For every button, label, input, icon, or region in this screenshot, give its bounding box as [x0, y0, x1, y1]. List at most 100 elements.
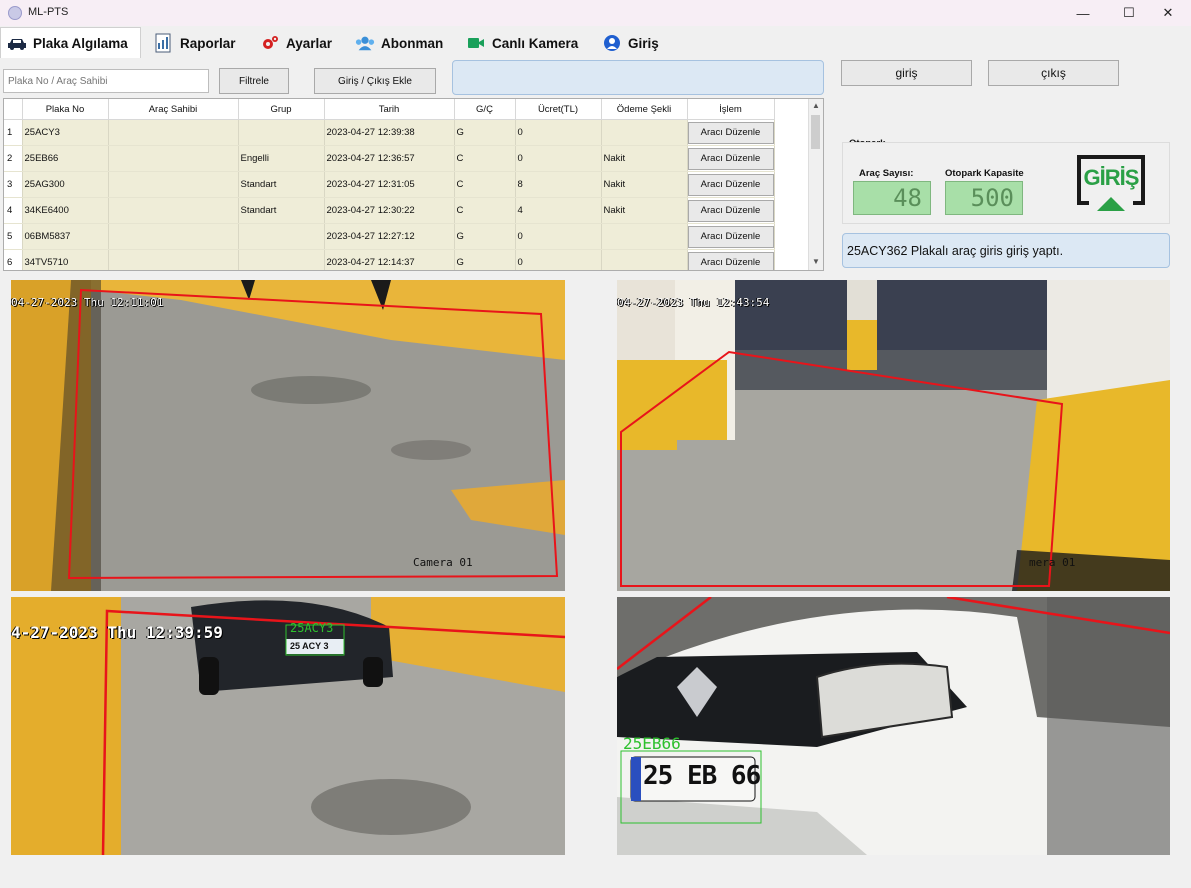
- cell-fee[interactable]: 4: [515, 197, 602, 224]
- camera-3-timestamp: 4-27-2023 Thu 12:39:59: [11, 623, 223, 642]
- tab-ayarlar[interactable]: Ayarlar: [254, 29, 340, 57]
- cell-date[interactable]: 2023-04-27 12:14:37: [324, 249, 455, 270]
- add-entry-exit-button[interactable]: Giriş / Çıkış Ekle: [314, 68, 436, 94]
- cell-owner[interactable]: [108, 171, 239, 198]
- close-button[interactable]: ✕: [1145, 0, 1191, 26]
- cell-owner[interactable]: [108, 249, 239, 270]
- cell-group[interactable]: [238, 249, 325, 270]
- tab-label: Ayarlar: [286, 35, 333, 51]
- cell-gc[interactable]: C: [454, 171, 516, 198]
- cell-owner[interactable]: [108, 197, 239, 224]
- edit-vehicle-button[interactable]: Aracı Düzenle: [687, 147, 773, 170]
- column-header[interactable]: G/Ç: [454, 99, 516, 120]
- row-index-header: [4, 99, 23, 120]
- records-table[interactable]: Plaka No Araç Sahibi Grup Tarih G/Ç Ücre…: [3, 98, 824, 271]
- table-row[interactable]: 2 25EB66 Engelli 2023-04-27 12:36:57 C 0…: [4, 145, 775, 172]
- cell-owner[interactable]: [108, 145, 239, 172]
- scroll-up-icon[interactable]: ▲: [811, 101, 821, 113]
- camera-2-name: mera 01: [1029, 556, 1076, 569]
- tab-abonman[interactable]: Abonman: [349, 29, 447, 57]
- table-row[interactable]: 5 06BM5837 2023-04-27 12:27:12 G 0 Aracı…: [4, 223, 775, 250]
- column-header[interactable]: Tarih: [324, 99, 455, 120]
- cell-plate[interactable]: 34TV5710: [22, 249, 109, 270]
- column-header[interactable]: Araç Sahibi: [108, 99, 239, 120]
- cell-plate[interactable]: 06BM5837: [22, 223, 109, 250]
- tab-label: Plaka Algılama: [33, 36, 128, 51]
- cell-gc[interactable]: G: [454, 119, 516, 146]
- cell-payment[interactable]: Nakit: [601, 197, 688, 224]
- cell-fee[interactable]: 0: [515, 145, 602, 172]
- cell-fee[interactable]: 0: [515, 223, 602, 250]
- main-tabs: Plaka Algılama Raporlar Ayarlar Abonman …: [0, 26, 1191, 59]
- column-header[interactable]: Ödeme Şekli: [601, 99, 688, 120]
- camera-view-1[interactable]: 04-27-2023 Thu 12:11:01 Camera 01: [11, 280, 565, 591]
- cell-payment[interactable]: [601, 119, 688, 146]
- camera-4-plate-text: 25 EB 66: [643, 761, 761, 791]
- cell-plate[interactable]: 34KE6400: [22, 197, 109, 224]
- cell-owner[interactable]: [108, 223, 239, 250]
- entry-button[interactable]: giriş: [841, 60, 972, 86]
- cell-date[interactable]: 2023-04-27 12:31:05: [324, 171, 455, 198]
- cell-group[interactable]: [238, 119, 325, 146]
- cell-group[interactable]: Engelli: [238, 145, 325, 172]
- edit-vehicle-button[interactable]: Aracı Düzenle: [687, 199, 773, 222]
- edit-vehicle-button[interactable]: Aracı Düzenle: [687, 121, 773, 144]
- cell-gc[interactable]: C: [454, 197, 516, 224]
- cell-action: Aracı Düzenle: [687, 197, 775, 224]
- scroll-down-icon[interactable]: ▼: [811, 257, 821, 269]
- video-camera-icon: [466, 33, 486, 53]
- search-input[interactable]: [3, 69, 209, 93]
- row-index: 5: [4, 223, 23, 250]
- cell-gc[interactable]: C: [454, 145, 516, 172]
- camera-view-2[interactable]: 04-27-2023 Thu 12:43:54 mera 01: [617, 280, 1170, 591]
- cell-owner[interactable]: [108, 119, 239, 146]
- edit-vehicle-button[interactable]: Aracı Düzenle: [687, 251, 773, 270]
- cell-fee[interactable]: 0: [515, 249, 602, 270]
- tab-giris[interactable]: Giriş: [596, 29, 668, 57]
- table-row[interactable]: 3 25AG300 Standart 2023-04-27 12:31:05 C…: [4, 171, 775, 198]
- table-row[interactable]: 6 34TV5710 2023-04-27 12:14:37 G 0 Aracı…: [4, 249, 775, 270]
- cell-payment[interactable]: [601, 249, 688, 270]
- cell-date[interactable]: 2023-04-27 12:39:38: [324, 119, 455, 146]
- edit-vehicle-button[interactable]: Aracı Düzenle: [687, 173, 773, 196]
- filter-button[interactable]: Filtrele: [219, 68, 289, 94]
- tab-plaka-algilama[interactable]: Plaka Algılama: [0, 27, 141, 59]
- table-row[interactable]: 4 34KE6400 Standart 2023-04-27 12:30:22 …: [4, 197, 775, 224]
- column-header[interactable]: İşlem: [687, 99, 775, 120]
- cell-fee[interactable]: 0: [515, 119, 602, 146]
- tab-raporlar[interactable]: Raporlar: [148, 29, 244, 57]
- tab-label: Giriş: [628, 35, 659, 51]
- table-row[interactable]: 1 25ACY3 2023-04-27 12:39:38 G 0 Aracı D…: [4, 119, 775, 146]
- cell-date[interactable]: 2023-04-27 12:36:57: [324, 145, 455, 172]
- cell-plate[interactable]: 25ACY3: [22, 119, 109, 146]
- status-message: 25ACY362 Plakalı araç giris giriş yaptı.: [842, 233, 1170, 268]
- edit-vehicle-button[interactable]: Aracı Düzenle: [687, 225, 773, 248]
- cell-group[interactable]: Standart: [238, 197, 325, 224]
- exit-button[interactable]: çıkış: [988, 60, 1119, 86]
- cell-plate[interactable]: 25AG300: [22, 171, 109, 198]
- camera-view-3[interactable]: 4-27-2023 Thu 12:39:59 25ACY3 25 ACY 3: [11, 597, 565, 855]
- column-header[interactable]: Grup: [238, 99, 325, 120]
- cell-date[interactable]: 2023-04-27 12:27:12: [324, 223, 455, 250]
- cell-date[interactable]: 2023-04-27 12:30:22: [324, 197, 455, 224]
- cell-plate[interactable]: 25EB66: [22, 145, 109, 172]
- users-icon: [355, 33, 375, 53]
- cell-payment[interactable]: [601, 223, 688, 250]
- cell-payment[interactable]: Nakit: [601, 145, 688, 172]
- cell-gc[interactable]: G: [454, 249, 516, 270]
- table-scrollbar[interactable]: ▲ ▼: [808, 99, 823, 270]
- cell-payment[interactable]: Nakit: [601, 171, 688, 198]
- cell-group[interactable]: Standart: [238, 171, 325, 198]
- camera-view-4[interactable]: 25EB66 25 EB 66: [617, 597, 1170, 855]
- cell-group[interactable]: [238, 223, 325, 250]
- scroll-thumb[interactable]: [811, 115, 820, 149]
- cell-fee[interactable]: 8: [515, 171, 602, 198]
- camera-4-detected-plate: 25EB66: [623, 734, 681, 753]
- tab-canli-kamera[interactable]: Canlı Kamera: [460, 29, 582, 57]
- cell-gc[interactable]: G: [454, 223, 516, 250]
- column-header[interactable]: Plaka No: [22, 99, 109, 120]
- cell-action: Aracı Düzenle: [687, 119, 775, 146]
- camera-4-feed: [617, 597, 1170, 855]
- minimize-button[interactable]: —: [1060, 0, 1106, 26]
- column-header[interactable]: Ücret(TL): [515, 99, 602, 120]
